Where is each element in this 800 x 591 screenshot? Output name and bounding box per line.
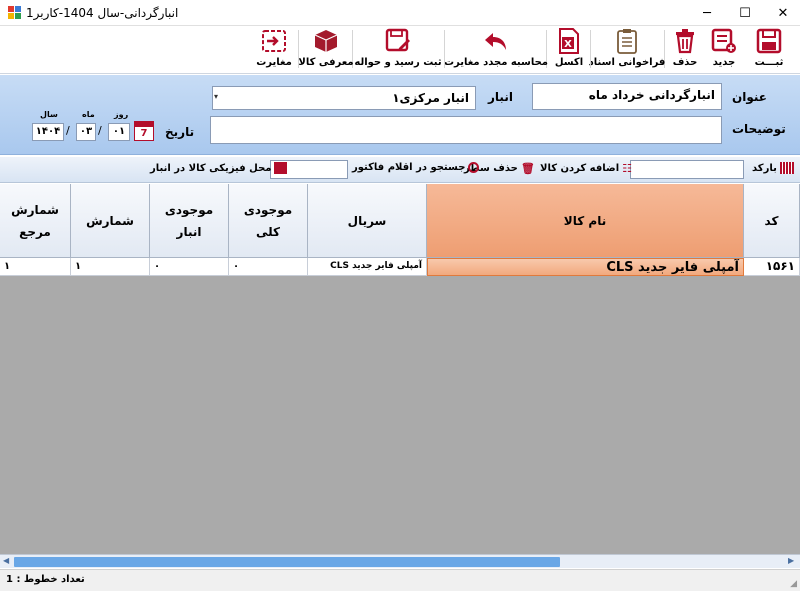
cell-count[interactable]: ۱ xyxy=(71,258,150,276)
date-label: تاریخ xyxy=(165,125,195,139)
year-field[interactable]: ۱۴۰۴ xyxy=(32,123,64,141)
column-header-total-stock[interactable]: موجودی کلی xyxy=(229,184,308,258)
resize-grip-icon[interactable]: ◢ xyxy=(790,579,797,589)
year-label: سال xyxy=(40,110,58,119)
day-label: روز xyxy=(114,110,129,119)
description-field[interactable] xyxy=(210,116,722,144)
status-bar: تعداد خطوط : 1 ◢ xyxy=(0,569,800,591)
undo-arrow-icon xyxy=(481,26,511,56)
new-document-icon xyxy=(709,26,739,56)
toolbar-separator xyxy=(590,30,591,68)
action-bar: بارکد ☷ اضافه کردن کالا 🗑 حذف سطر جستجو … xyxy=(0,157,800,183)
day-field[interactable]: ۰۱ xyxy=(108,123,130,141)
register-receipt-button[interactable]: ثبت رسید و حواله xyxy=(354,26,442,72)
cell-name[interactable]: آمپلی فایر جدید CLS xyxy=(427,258,744,276)
chevron-down-icon[interactable]: ▾ xyxy=(214,92,218,101)
box-icon xyxy=(311,26,341,56)
toolbar-separator xyxy=(444,30,445,68)
excel-icon: X xyxy=(554,26,584,56)
calendar-icon[interactable]: 7 xyxy=(134,121,154,141)
title-field[interactable]: انبارگردانی خرداد ماه xyxy=(532,83,722,110)
date-separator: / xyxy=(98,124,102,137)
column-header-code[interactable]: کد xyxy=(744,184,800,258)
date-separator: / xyxy=(66,124,70,137)
scroll-right-icon[interactable]: ▶ xyxy=(788,556,794,565)
toolbar: ثبـــت جدید حذف فراخوانی اسناد X اکسل مح… xyxy=(0,26,800,74)
add-list-icon: ☷ xyxy=(622,162,633,175)
cell-total-stock[interactable]: ۰ xyxy=(229,258,308,276)
description-label: توضیحات xyxy=(732,122,786,136)
delete-button[interactable]: حذف xyxy=(668,26,702,72)
barcode-input[interactable] xyxy=(630,160,744,179)
column-header-reference-count[interactable]: شمارش مرجع xyxy=(0,184,71,258)
svg-text:X: X xyxy=(564,39,572,50)
column-header-warehouse-stock[interactable]: موجودی انبار xyxy=(150,184,229,258)
table-row[interactable]: ۱۵۶۱ آمپلی فایر جدید CLS آمپلی فایر جدید… xyxy=(0,258,800,276)
search-icon xyxy=(468,162,480,173)
clipboard-list-icon xyxy=(612,26,642,56)
physical-location-button[interactable]: محل فیزیکی کالا در انبار xyxy=(150,162,288,174)
search-invoice-button[interactable]: جستجو در اقلام فاکتور xyxy=(352,162,480,173)
close-button[interactable]: ✕ xyxy=(760,0,800,26)
introduce-goods-button[interactable]: معرفی کالا xyxy=(298,26,354,72)
month-field[interactable]: ۰۳ xyxy=(76,123,96,141)
barcode-label-group: بارکد xyxy=(752,162,794,174)
cell-code[interactable]: ۱۵۶۱ xyxy=(744,258,800,276)
column-header-count[interactable]: شمارش xyxy=(71,184,150,258)
warehouse-select[interactable]: انبار مرکزی۱ xyxy=(212,86,476,110)
floppy-disk-icon xyxy=(754,26,784,56)
scrollbar-thumb[interactable] xyxy=(14,557,560,567)
barcode-icon xyxy=(779,162,794,174)
difference-button[interactable]: مغایرت xyxy=(254,26,294,72)
sign-in-icon xyxy=(259,26,289,56)
toolbar-separator xyxy=(298,30,299,68)
save-button[interactable]: ثبـــت xyxy=(748,26,790,72)
warehouse-icon xyxy=(274,162,288,174)
data-grid: کد نام کالا سریال موجودی کلی موجودی انبار … xyxy=(0,184,800,554)
column-header-serial[interactable]: سریال xyxy=(308,184,427,258)
horizontal-scrollbar[interactable]: ◀ ▶ xyxy=(0,554,800,568)
cell-warehouse-stock[interactable]: ۰ xyxy=(150,258,229,276)
trash-icon xyxy=(670,26,700,56)
add-goods-button[interactable]: ☷ اضافه کردن کالا xyxy=(540,162,632,175)
cell-serial[interactable]: آمپلی فایر جدید CLS xyxy=(308,258,427,276)
save-edit-icon xyxy=(383,26,413,56)
trash-icon: 🗑 xyxy=(520,162,535,175)
recalculate-difference-button[interactable]: محاسبه مجدد مغایرت xyxy=(444,26,548,72)
month-label: ماه xyxy=(82,110,95,119)
app-icon xyxy=(8,6,22,20)
column-header-name[interactable]: نام کالا xyxy=(427,184,744,258)
row-count-status: تعداد خطوط : 1 xyxy=(6,574,85,585)
cell-reference-count[interactable]: ۱ xyxy=(0,258,71,276)
title-bar: انبارگردانی-سال 1404-کاربر1 ─ ☐ ✕ xyxy=(0,0,800,26)
new-button[interactable]: جدید xyxy=(706,26,742,72)
scroll-left-icon[interactable]: ◀ xyxy=(3,556,9,565)
title-label: عنوان xyxy=(732,90,767,104)
window-title: انبارگردانی-سال 1404-کاربر1 xyxy=(26,6,179,20)
excel-button[interactable]: X اکسل xyxy=(550,26,588,72)
warehouse-label: انبار xyxy=(488,90,513,104)
load-documents-button[interactable]: فراخوانی اسناد xyxy=(589,26,665,72)
